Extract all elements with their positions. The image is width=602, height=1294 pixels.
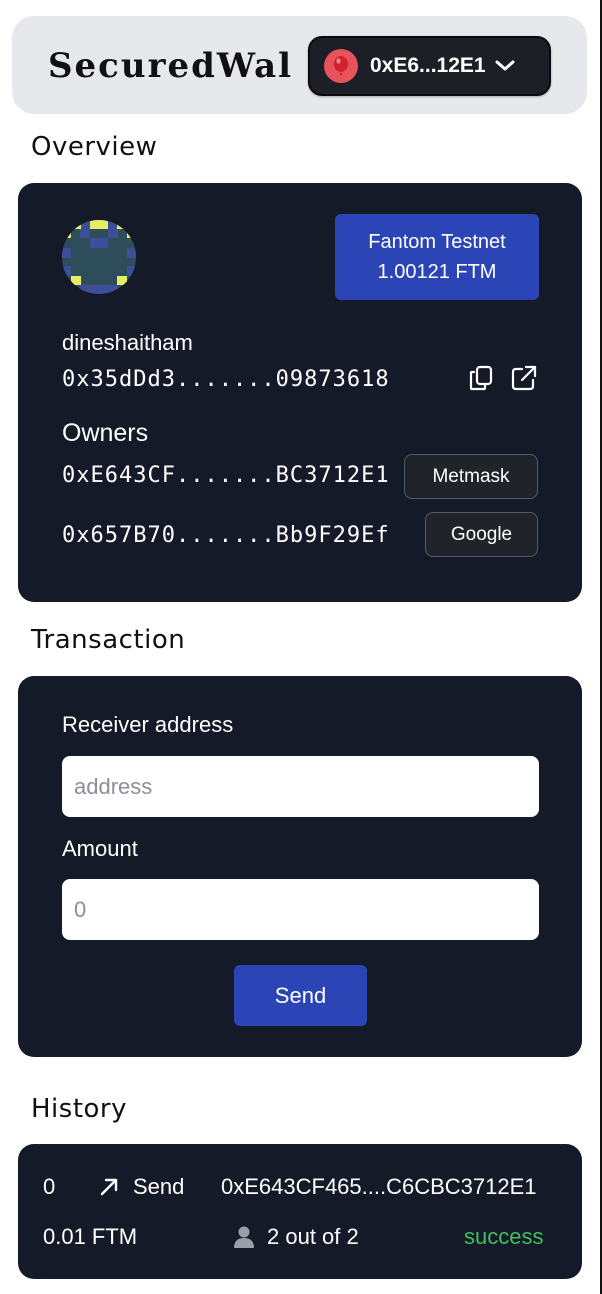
identicon [62, 220, 136, 294]
network-name: Fantom Testnet [368, 231, 506, 253]
balance-value: 1.00121 FTM [377, 261, 497, 283]
wallet-username: dineshaitham [62, 330, 193, 355]
owner-address: 0x657B70.......Bb9F29Ef [62, 523, 390, 548]
user-icon [233, 1225, 255, 1255]
overview-card: Fantom Testnet 1.00121 FTM dineshaitham … [18, 183, 582, 602]
amount-label: Amount [62, 836, 138, 861]
brand-logo: SecuredWal [48, 46, 294, 86]
copy-icon[interactable] [468, 364, 494, 396]
receiver-address-label: Receiver address [62, 712, 234, 737]
arrow-up-right-icon [98, 1176, 120, 1204]
history-recipient: 0xE643CF465....C6CBC3712E1 [221, 1174, 537, 1199]
status-badge: success [464, 1224, 544, 1249]
account-dropdown-button[interactable]: 0xE6...12E1 [308, 36, 551, 96]
history-card: 0 Send 0xE643CF465....C6CBC3712E1 0.01 F… [18, 1144, 582, 1279]
owner-provider-tag: Metmask [404, 454, 538, 499]
account-address-label: 0xE6...12E1 [370, 54, 486, 77]
external-link-icon[interactable] [510, 364, 538, 396]
history-type: Send [133, 1174, 185, 1199]
app-header: SecuredWal 0xE6...12E1 [12, 16, 587, 114]
network-balance-button[interactable]: Fantom Testnet 1.00121 FTM [335, 214, 539, 300]
wallet-address: 0x35dDd3.......09873618 [62, 367, 390, 392]
history-title: History [31, 1094, 127, 1124]
receiver-address-input[interactable] [62, 756, 539, 817]
chevron-down-icon [494, 59, 516, 73]
amount-input[interactable] [62, 879, 539, 940]
owner-address: 0xE643CF.......BC3712E1 [62, 463, 390, 488]
transaction-title: Transaction [31, 625, 186, 655]
balloon-icon [324, 49, 358, 83]
send-button[interactable]: Send [234, 965, 367, 1026]
history-confirmations: 2 out of 2 [267, 1224, 359, 1249]
owners-heading: Owners [62, 419, 149, 447]
transaction-card: Receiver address Amount Send [18, 676, 582, 1057]
owner-provider-tag: Google [425, 512, 538, 557]
history-index: 0 [43, 1174, 56, 1199]
overview-title: Overview [31, 132, 158, 162]
history-amount: 0.01 FTM [43, 1224, 138, 1249]
